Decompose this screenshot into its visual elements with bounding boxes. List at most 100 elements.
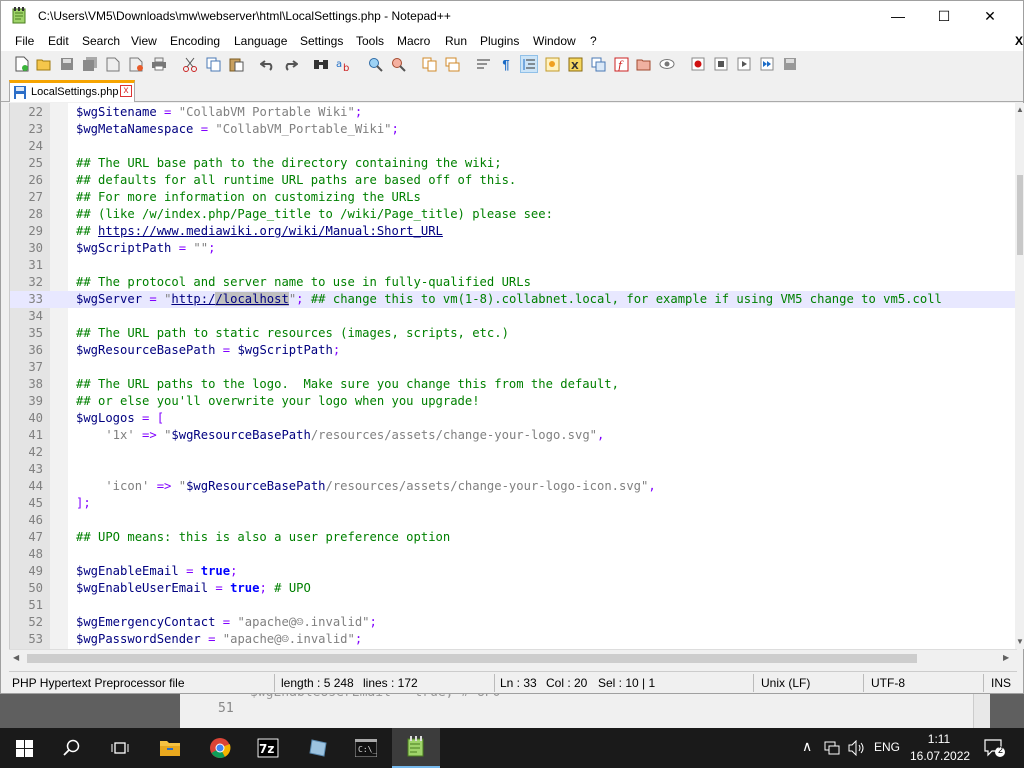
code-line[interactable]: 27 ## For more information on customizing… [10, 189, 1017, 206]
close-button[interactable]: ✕ [967, 1, 1013, 31]
code-line[interactable]: 33 $wgServer = "http://localhost"; ## cha… [10, 291, 1017, 308]
menu-search[interactable]: Search [82, 34, 120, 48]
zoom-out-icon[interactable] [389, 55, 407, 73]
vertical-scroll-thumb[interactable] [1017, 175, 1023, 255]
monitoring-eye-icon[interactable] [658, 55, 676, 73]
close-file-icon[interactable] [104, 55, 122, 73]
scroll-up-icon[interactable]: ▲ [1016, 105, 1024, 114]
cut-icon[interactable] [181, 55, 199, 73]
code-line[interactable]: 37 [10, 359, 1017, 376]
menu-help[interactable]: ? [590, 34, 597, 48]
scroll-left-icon[interactable]: ◀ [13, 653, 19, 662]
code-line[interactable]: 38 ## The URL paths to the logo. Make sur… [10, 376, 1017, 393]
code-line[interactable]: 40 $wgLogos = [ [10, 410, 1017, 427]
save-icon[interactable] [58, 55, 76, 73]
scroll-right-icon[interactable]: ▶ [1003, 653, 1009, 662]
code-line[interactable]: 35 ## The URL path to static resources (i… [10, 325, 1017, 342]
sync-vertical-icon[interactable] [420, 55, 438, 73]
print-icon[interactable] [150, 55, 168, 73]
code-line[interactable]: 46 [10, 512, 1017, 529]
folder-as-workspace-icon[interactable] [635, 55, 653, 73]
code-line[interactable]: 41 '1x' => "$wgResourceBasePath/resource… [10, 427, 1017, 444]
code-line[interactable]: 26 ## defaults for all runtime URL paths … [10, 172, 1017, 189]
code-line[interactable]: 39 ## or else you'll overwrite your logo … [10, 393, 1017, 410]
code-line[interactable]: 47 ## UPO means: this is also a user pref… [10, 529, 1017, 546]
code-line[interactable]: 23 $wgMetaNamespace = "CollabVM_Portable_… [10, 121, 1017, 138]
play-macro-icon[interactable] [735, 55, 753, 73]
zoom-in-icon[interactable] [366, 55, 384, 73]
code-line[interactable]: 48 [10, 546, 1017, 563]
scroll-down-icon[interactable]: ▼ [1016, 637, 1024, 646]
code-line[interactable]: 25 ## The URL base path to the directory … [10, 155, 1017, 172]
document-list-icon[interactable] [589, 55, 607, 73]
input-language[interactable]: ENG [874, 740, 900, 754]
menu-view[interactable]: View [131, 34, 157, 48]
menu-edit[interactable]: Edit [48, 34, 69, 48]
code-line[interactable]: 31 [10, 257, 1017, 274]
record-macro-icon[interactable] [689, 55, 707, 73]
code-line[interactable]: 52 $wgEmergencyContact = "apache@☺.invali… [10, 614, 1017, 631]
vertical-scrollbar[interactable]: ▲ ▼ [1015, 103, 1024, 649]
background-scrollbar[interactable] [973, 693, 990, 729]
code-line[interactable]: 32 ## The protocol and server name to use… [10, 274, 1017, 291]
code-line[interactable]: 50 $wgEnableUserEmail = true; # UPO [10, 580, 1017, 597]
open-file-icon[interactable] [35, 55, 53, 73]
menu-close-document[interactable]: X [1015, 34, 1023, 48]
code-line[interactable]: 51 [10, 597, 1017, 614]
menu-file[interactable]: File [15, 34, 34, 48]
code-line[interactable]: 30 $wgScriptPath = ""; [10, 240, 1017, 257]
minimize-button[interactable]: — [875, 1, 921, 31]
code-line[interactable]: 49 $wgEnableEmail = true; [10, 563, 1017, 580]
copy-icon[interactable] [204, 55, 222, 73]
horizontal-scroll-thumb[interactable] [27, 654, 917, 663]
show-all-characters-icon[interactable]: ¶ [497, 55, 515, 73]
notification-center-icon[interactable]: 2 [984, 738, 1006, 758]
word-wrap-icon[interactable] [474, 55, 492, 73]
search-button[interactable] [48, 728, 96, 768]
tab-localsettings[interactable]: LocalSettings.php x [9, 80, 135, 102]
code-line[interactable]: 42 [10, 444, 1017, 461]
menu-run[interactable]: Run [445, 34, 467, 48]
close-all-icon[interactable] [127, 55, 145, 73]
menu-settings[interactable]: Settings [300, 34, 343, 48]
menu-encoding[interactable]: Encoding [170, 34, 220, 48]
code-line[interactable]: 44 'icon' => "$wgResourceBasePath/resour… [10, 478, 1017, 495]
menu-language[interactable]: Language [234, 34, 287, 48]
start-button[interactable] [0, 728, 48, 768]
taskbar-7zip[interactable]: 7z [244, 728, 292, 768]
code-line[interactable]: 43 [10, 461, 1017, 478]
code-line[interactable]: 45]; [10, 495, 1017, 512]
title-bar[interactable]: C:\Users\VM5\Downloads\mw\webserver\html… [1, 1, 1023, 31]
sync-horizontal-icon[interactable] [443, 55, 461, 73]
maximize-button[interactable]: ☐ [921, 1, 967, 31]
code-line[interactable]: 36 $wgResourceBasePath = $wgScriptPath; [10, 342, 1017, 359]
volume-icon[interactable] [848, 739, 866, 759]
code-line[interactable]: 34 [10, 308, 1017, 325]
clock[interactable]: 1:11 16.07.2022 [910, 731, 970, 765]
function-list-icon[interactable]: f [612, 55, 630, 73]
user-defined-language-icon[interactable] [543, 55, 561, 73]
find-icon[interactable] [312, 55, 330, 73]
horizontal-scrollbar[interactable]: ◀ ▶ [9, 649, 1017, 666]
menu-plugins[interactable]: Plugins [480, 34, 519, 48]
paste-icon[interactable] [227, 55, 245, 73]
code-line[interactable]: 29 ## https://www.mediawiki.org/wiki/Manu… [10, 223, 1017, 240]
menu-window[interactable]: Window [533, 34, 576, 48]
task-view-button[interactable] [96, 728, 144, 768]
document-map-icon[interactable]: X [566, 55, 584, 73]
tab-close-icon[interactable]: x [120, 85, 132, 97]
taskbar-file-explorer[interactable] [146, 728, 194, 768]
save-macro-icon[interactable] [781, 55, 799, 73]
stop-macro-icon[interactable] [712, 55, 730, 73]
code-line[interactable]: 28 ## (like /w/index.php/Page_title to /w… [10, 206, 1017, 223]
save-all-icon[interactable] [81, 55, 99, 73]
code-line[interactable]: 24 [10, 138, 1017, 155]
redo-icon[interactable] [281, 55, 299, 73]
code-editor[interactable]: 22 $wgSitename = "CollabVM Portable Wiki"… [9, 103, 1017, 649]
code-line[interactable]: 22 $wgSitename = "CollabVM Portable Wiki"… [10, 104, 1017, 121]
show-hidden-icons-chevron-up-icon[interactable]: ∧ [802, 738, 812, 755]
run-macro-multiple-icon[interactable] [758, 55, 776, 73]
menu-macro[interactable]: Macro [397, 34, 430, 48]
undo-icon[interactable] [258, 55, 276, 73]
menu-tools[interactable]: Tools [356, 34, 384, 48]
